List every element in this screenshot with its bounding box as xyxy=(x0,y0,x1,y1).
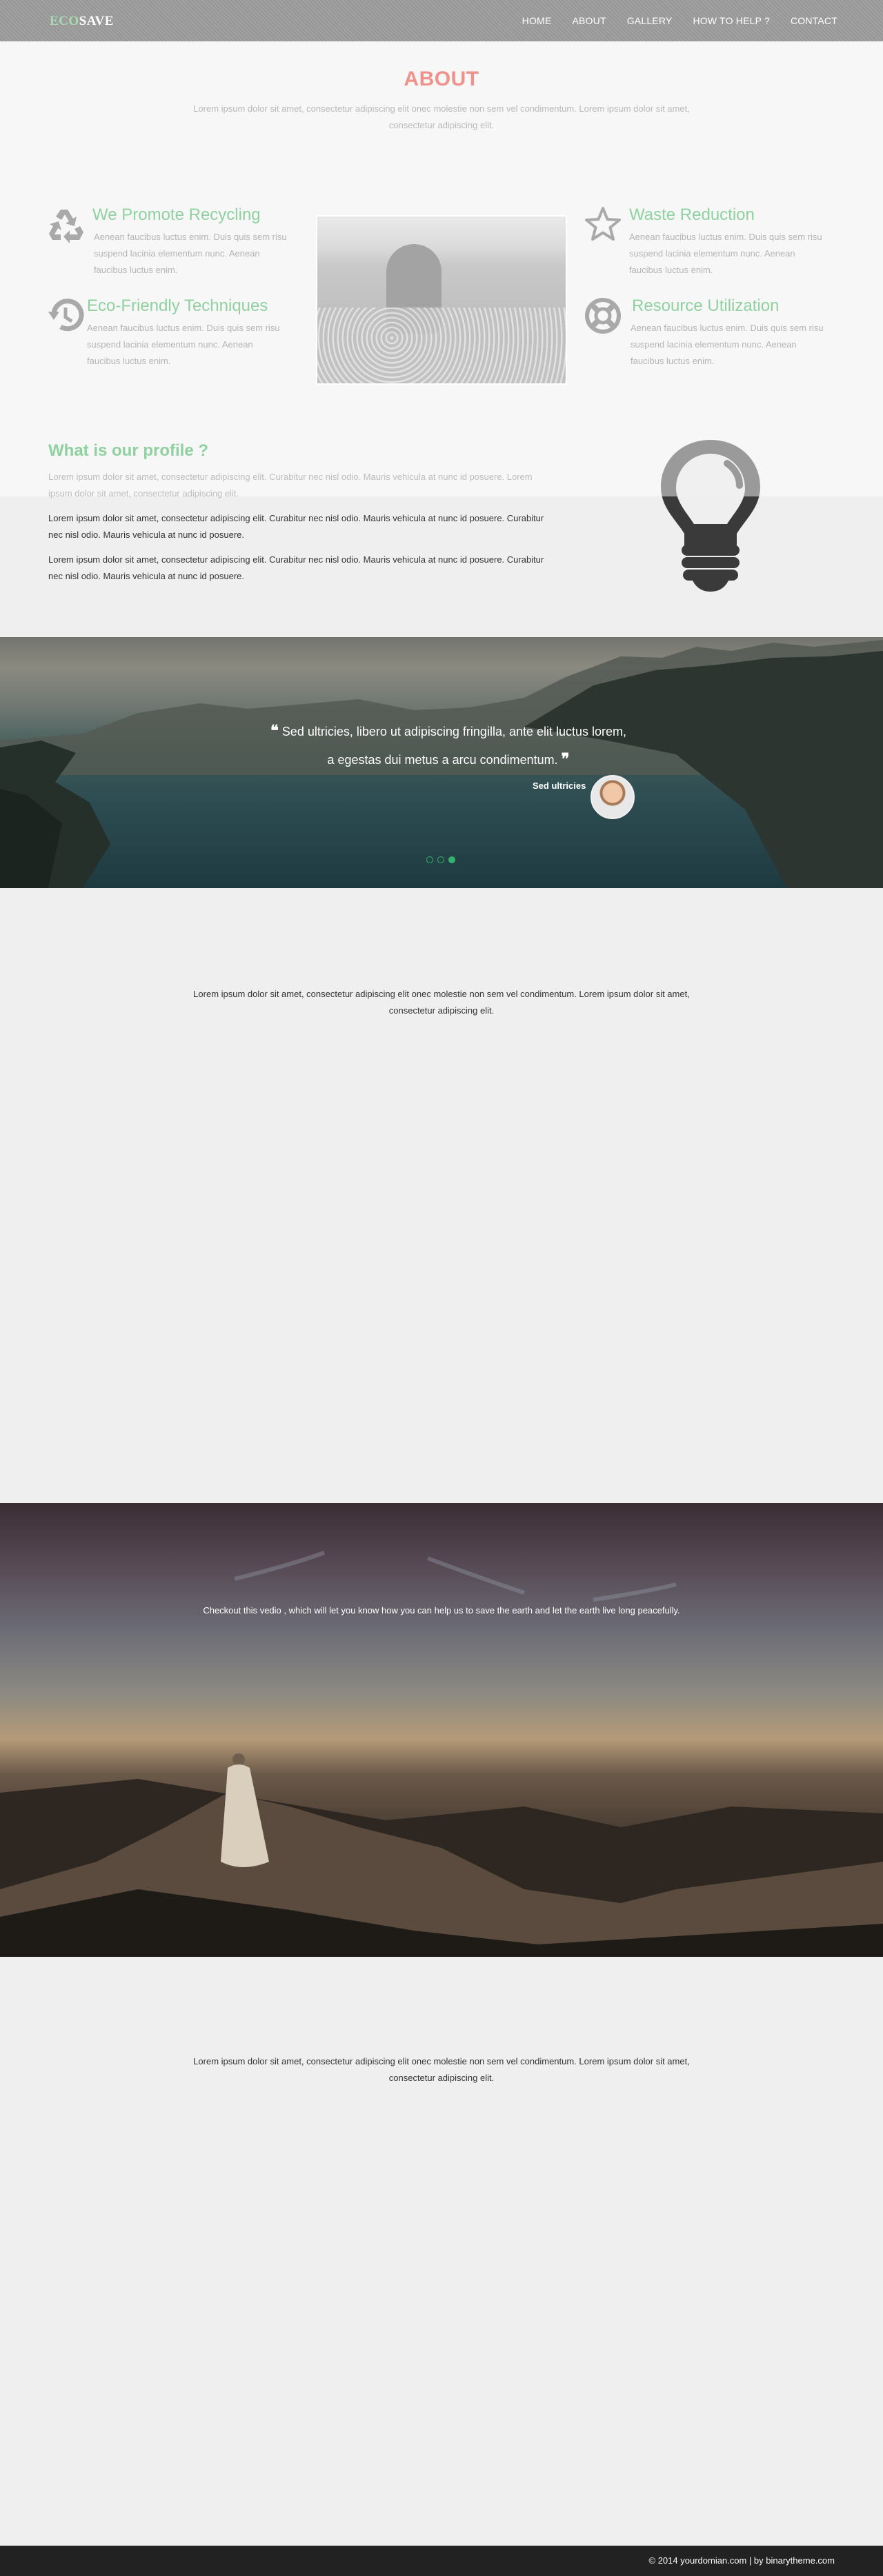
carousel-dot-active[interactable] xyxy=(448,856,455,863)
life-ring-icon xyxy=(584,296,622,335)
nav-gallery[interactable]: GALLERY xyxy=(627,15,673,26)
feature-title: Eco-Friendly Techniques xyxy=(87,296,268,315)
quote-close-icon: ❞ xyxy=(561,750,570,768)
feature-text: Aenean faucibus luctus enim. Duis quis s… xyxy=(87,323,280,366)
lightbulb-icon xyxy=(661,440,760,592)
navbar: ECOSAVE HOME ABOUT GALLERY HOW TO HELP ?… xyxy=(0,0,883,41)
video-caption: Checkout this vedio , which will let you… xyxy=(203,1605,680,1616)
history-icon xyxy=(47,296,86,335)
about-photo xyxy=(316,215,567,385)
logo-suffix: SAVE xyxy=(79,14,114,28)
star-icon xyxy=(584,205,622,244)
recycle-icon xyxy=(47,205,86,244)
feature-title: We Promote Recycling xyxy=(92,205,261,224)
profile-paragraph: Lorem ipsum dolor sit amet, consectetur … xyxy=(48,472,533,499)
testimonial-quote: ❝ Sed ultricies, libero ut adipiscing fr… xyxy=(269,717,628,774)
feature-title: Resource Utilization xyxy=(632,296,780,315)
feature-text: Aenean faucibus luctus enim. Duis quis s… xyxy=(629,232,822,275)
feature-text: Aenean faucibus luctus enim. Duis quis s… xyxy=(631,323,824,366)
profile-title: What is our profile ? xyxy=(48,441,208,460)
logo[interactable]: ECOSAVE xyxy=(50,14,114,29)
profile-paragraph: Lorem ipsum dolor sit amet, consectetur … xyxy=(48,554,544,581)
avatar xyxy=(591,775,635,819)
feature-title: Waste Reduction xyxy=(629,205,755,224)
mountain-sunset-landscape xyxy=(0,1551,883,1957)
carousel-dot[interactable] xyxy=(437,856,444,863)
quote-text: Sed ultricies, libero ut adipiscing frin… xyxy=(281,725,627,767)
quote-open-icon: ❝ xyxy=(270,722,279,740)
nav-about[interactable]: ABOUT xyxy=(572,15,606,26)
nav-contact[interactable]: CONTACT xyxy=(791,15,837,26)
main-nav: HOME ABOUT GALLERY HOW TO HELP ? CONTACT xyxy=(502,15,837,26)
about-subtitle: Lorem ipsum dolor sit amet, consectetur … xyxy=(193,103,690,130)
video-section[interactable]: Checkout this vedio , which will let you… xyxy=(0,1503,883,1957)
nav-how-to-help[interactable]: HOW TO HELP ? xyxy=(693,15,770,26)
carousel-dot[interactable] xyxy=(426,856,433,863)
nav-home[interactable]: HOME xyxy=(522,15,552,26)
about-title: ABOUT xyxy=(404,68,479,90)
text-section-2: Lorem ipsum dolor sit amet, consectetur … xyxy=(193,2056,690,2083)
profile-paragraph: Lorem ipsum dolor sit amet, consectetur … xyxy=(48,513,544,540)
carousel-indicators xyxy=(426,856,455,863)
footer-copyright: © 2014 yourdomian.com | by binarytheme.c… xyxy=(648,2555,835,2566)
footer: © 2014 yourdomian.com | by binarytheme.c… xyxy=(0,2546,883,2576)
logo-prefix: ECO xyxy=(50,14,79,28)
text-section-1: Lorem ipsum dolor sit amet, consectetur … xyxy=(193,989,690,1016)
feature-text: Aenean faucibus luctus enim. Duis quis s… xyxy=(94,232,287,275)
testimonial-name: Sed ultricies xyxy=(533,781,586,791)
testimonial-section: ❝ Sed ultricies, libero ut adipiscing fr… xyxy=(0,637,883,888)
